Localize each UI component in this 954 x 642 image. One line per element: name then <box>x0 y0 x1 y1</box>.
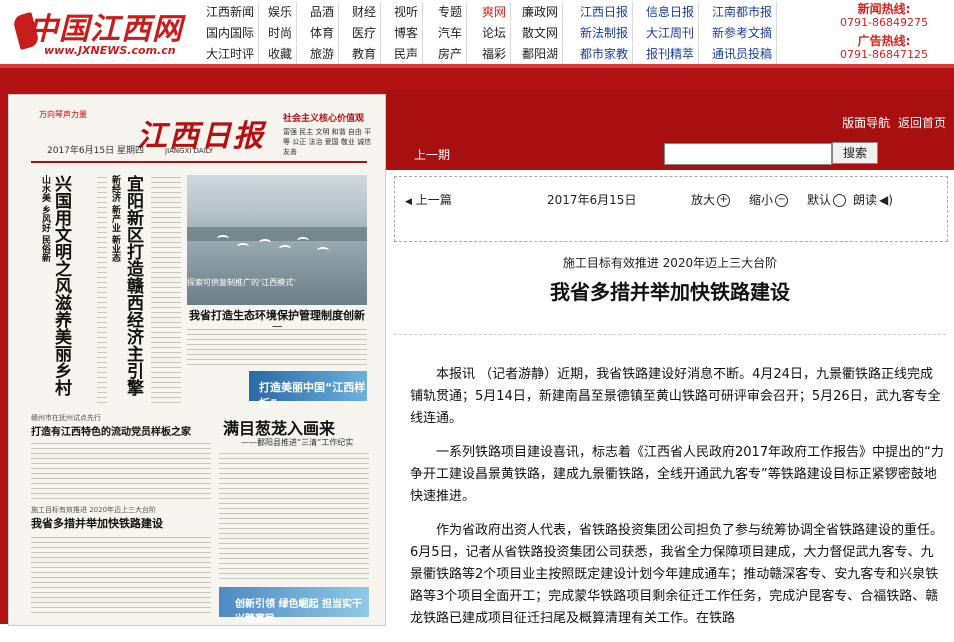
nav-link[interactable]: 房产 <box>434 44 468 64</box>
nav-link[interactable]: 旅游 <box>306 44 340 64</box>
nav-link[interactable]: 大江周刊 <box>642 23 700 43</box>
site-header: 中国江西网 www.JXNEWS.com.cn 江西新闻 娱乐 品酒 财经 视听… <box>0 0 954 64</box>
zoom-in-button[interactable]: 放大 + <box>691 191 731 208</box>
newspaper-page[interactable]: 万向琴声力量 江西日报 JIANGXI DAILY 2017年6月15日 星期四… <box>8 94 386 626</box>
hotlines: 新闻热线: 0791-86849275 广告热线: 0791-86847125 <box>836 2 932 62</box>
speaker-icon: ◀) <box>879 193 893 207</box>
minus-icon: − <box>775 194 789 207</box>
prev-issue-link[interactable]: 上一期 <box>414 146 450 163</box>
nav-link[interactable]: 通讯员投稿 <box>708 44 778 64</box>
circle-icon <box>833 194 847 207</box>
center-subhead: ——鄱阳县推进“三清”工作纪实 <box>241 438 354 447</box>
news-hotline-number: 0791-86849275 <box>840 16 928 29</box>
column-text <box>187 327 367 367</box>
prev-article-button[interactable]: ◀ 上一篇 <box>405 191 452 208</box>
read-aloud-button[interactable]: 朗读 ◀) <box>853 191 893 208</box>
nav-link[interactable]: 新法制报 <box>576 23 634 43</box>
site-logo[interactable]: 中国江西网 www.JXNEWS.com.cn <box>8 4 198 60</box>
newspaper-masthead: 万向琴声力量 江西日报 JIANGXI DAILY 2017年6月15日 星期四… <box>39 107 375 157</box>
nav-link[interactable]: 江南都市报 <box>708 2 778 22</box>
nav-link[interactable]: 时尚 <box>264 23 298 43</box>
column-text <box>31 441 211 503</box>
nav-link[interactable]: 博客 <box>390 23 424 43</box>
logo-text: 中国江西网 <box>28 12 183 47</box>
nav-link[interactable]: 廉政网 <box>518 2 564 22</box>
column-text <box>219 451 369 581</box>
left-head-pre: 赣州市在抚州试点先行 <box>31 414 101 422</box>
nav-link[interactable]: 国内国际 <box>202 23 260 43</box>
nav-link[interactable]: 民声 <box>390 44 424 64</box>
article-paragraph: 本报讯 （记者游静）近期，我省铁路建设好消息不断。4月24日，九景衢铁路正线完成… <box>410 367 941 426</box>
search-button[interactable]: 搜索 <box>832 142 878 164</box>
core-values-text: 富强 民主 文明 和谐 自由 平等 公正 法治 爱国 敬业 诚信 友善 <box>283 128 372 156</box>
layout-nav-link[interactable]: 版面导航 <box>842 116 890 130</box>
masthead-brand: 万向琴声力量 <box>39 110 87 119</box>
slogan-banner: 创新引领 绿色崛起 担当实干 兴赣富民 <box>219 587 369 625</box>
article-toolbar: ◀ 上一篇 2017年6月15日 放大 + 缩小 − 默认 朗读 ◀) <box>394 176 948 242</box>
nav-link[interactable]: 财经 <box>348 2 382 22</box>
nav-link[interactable]: 体育 <box>306 23 340 43</box>
article-paragraph: 作为省政府出资人代表，省铁路投资集团公司担负了参与统筹协调全省铁路建设的重任。6… <box>410 523 944 626</box>
news-hotline-label: 新闻热线: <box>857 2 911 16</box>
article-body: 本报讯 （记者游静）近期，我省铁路建设好消息不断。4月24日，九景衢铁路正线完成… <box>410 364 944 642</box>
plus-icon: + <box>717 194 731 207</box>
chevron-left-icon: ◀ <box>405 197 412 207</box>
headline-left[interactable]: 兴国用文明之风滋养美丽乡村 <box>49 175 73 415</box>
divider <box>394 334 946 336</box>
nav-link[interactable]: 收藏 <box>264 44 298 64</box>
bottom-article-headline[interactable]: 我省多措并举加快铁路建设 <box>31 515 163 531</box>
nav-link[interactable]: 散文网 <box>518 23 564 43</box>
headline-mid[interactable]: 宜阳新区打造赣西经济主引擎 <box>121 175 145 415</box>
masthead-date: 2017年6月15日 星期四 <box>47 146 144 156</box>
search-input[interactable] <box>664 143 832 165</box>
nav-link[interactable]: 汽车 <box>434 23 468 43</box>
article-paragraph: 一系列铁路项目建设喜讯，标志着《江西省人民政府2017年政府工作报告》中提出的“… <box>410 445 944 504</box>
nav-link[interactable]: 信息日报 <box>642 2 700 22</box>
nav-link[interactable]: 爽网 <box>478 2 512 22</box>
header-links: 版面导航 返回首页 <box>838 114 946 131</box>
core-values-title: 社会主义核心价值观 <box>283 114 365 124</box>
article-title: 我省多措并举加快铁路建设 <box>550 280 790 304</box>
back-home-link[interactable]: 返回首页 <box>898 116 946 130</box>
red-banner-highlight <box>0 64 954 68</box>
center-headline[interactable]: 满目葱茏入画来 <box>223 415 335 439</box>
article-subtitle: 施工目标有效推进 2020年迈上三大台阶 <box>562 256 778 270</box>
zoom-out-button[interactable]: 缩小 − <box>749 191 789 208</box>
bottom-head-pre: 施工目标有效推进 2020年迈上三大台阶 <box>31 506 157 514</box>
issue-date: 2017年6月15日 <box>547 193 637 207</box>
nav-link[interactable]: 都市家教 <box>576 44 634 64</box>
nav-link[interactable]: 品酒 <box>306 2 340 22</box>
nav-link[interactable]: 视听 <box>390 2 424 22</box>
feature-banner[interactable]: 打造美丽中国“江西样板” <box>249 371 367 410</box>
nav-link[interactable]: 江西新闻 <box>202 2 260 22</box>
nav-link[interactable]: 福彩 <box>478 44 512 64</box>
masthead-english: JIANGXI DAILY <box>165 147 214 155</box>
column-text <box>31 535 211 617</box>
nav-link[interactable]: 娱乐 <box>264 2 298 22</box>
photo-tag: 探索可供复制推广的'江西模式' <box>187 278 296 287</box>
nav-link[interactable]: 专题 <box>434 2 468 22</box>
column-text <box>151 175 181 405</box>
ad-hotline-number: 0791-86847125 <box>840 48 928 61</box>
ad-hotline-label: 广告热线: <box>857 34 911 48</box>
nav-link[interactable]: 鄱阳湖 <box>518 44 564 64</box>
masthead-rule <box>31 161 367 163</box>
nav-link[interactable]: 新参考文摘 <box>708 23 778 43</box>
logo-url: www.JXNEWS.com.cn <box>44 44 176 57</box>
column-text <box>97 175 107 405</box>
nav-link[interactable]: 大江时评 <box>202 44 260 64</box>
front-page-photo[interactable]: 探索可供复制推广的'江西模式' <box>187 175 367 305</box>
nav-link[interactable]: 报刊精萃 <box>642 44 700 64</box>
nav-link[interactable]: 医疗 <box>348 23 382 43</box>
nav-link[interactable]: 论坛 <box>478 23 512 43</box>
default-size-button[interactable]: 默认 <box>807 191 847 208</box>
nav-link[interactable]: 教育 <box>348 44 382 64</box>
nav-link[interactable]: 江西日报 <box>576 2 634 22</box>
left-article-headline[interactable]: 打造有江西特色的流动党员样板之家 <box>31 423 191 438</box>
